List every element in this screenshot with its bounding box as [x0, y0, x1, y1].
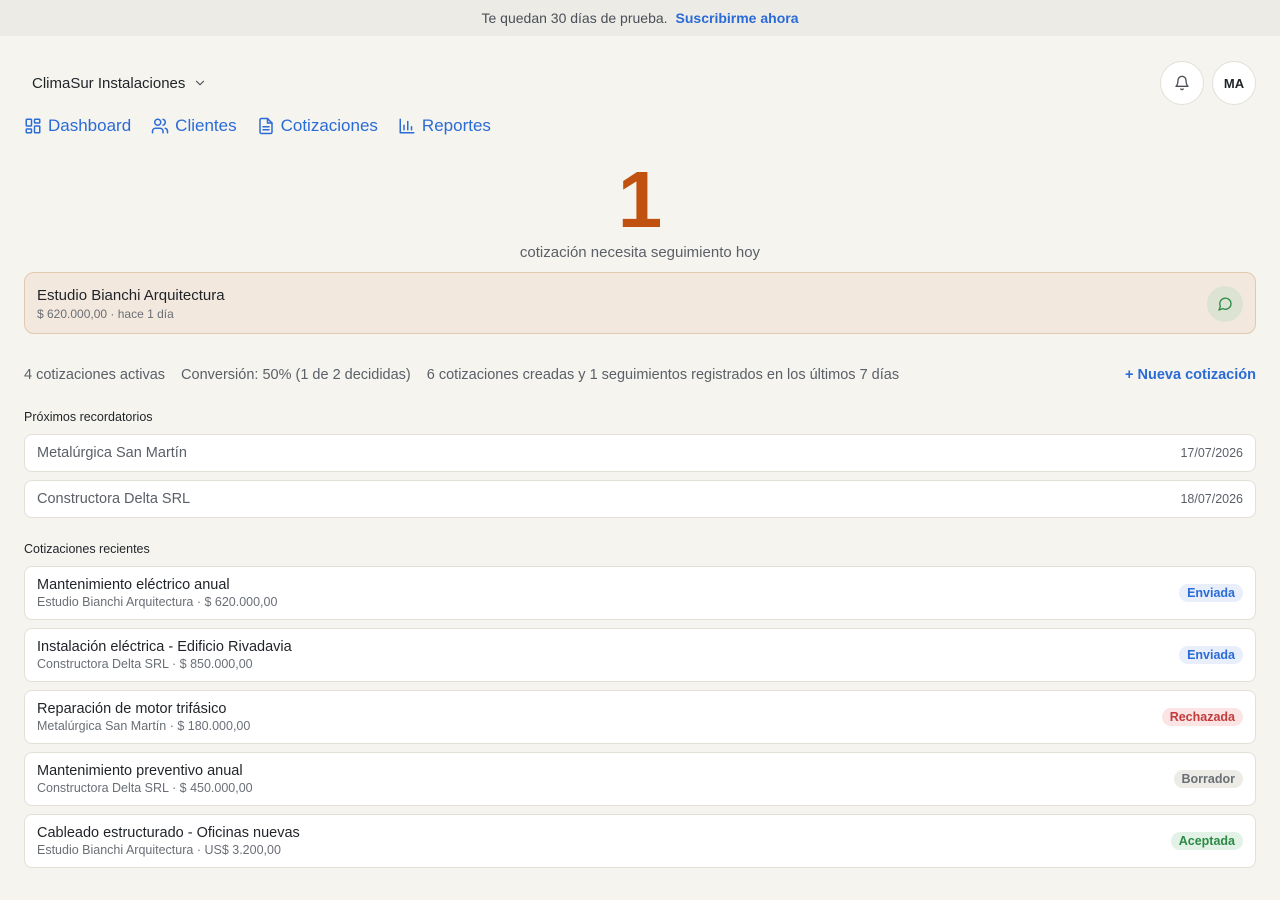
message-button[interactable] — [1207, 286, 1243, 322]
status-badge: Enviada — [1179, 584, 1243, 602]
chevron-down-icon — [196, 80, 205, 86]
new-quote-button[interactable]: + Nueva cotización — [1125, 367, 1256, 383]
nav-clientes-label: Clientes — [175, 116, 237, 135]
quote-row[interactable]: Mantenimiento eléctrico anual Estudio Bi… — [24, 566, 1256, 620]
notifications-button[interactable] — [1160, 61, 1204, 105]
conversion-stat: Conversión: 50% (1 de 2 decididas) — [181, 367, 411, 383]
quote-client-amount: Estudio Bianchi Arquitectura · $ 620.000… — [37, 595, 278, 609]
reminder-client: Metalúrgica San Martín — [37, 445, 187, 461]
weekly-activity-stat: 6 cotizaciones creadas y 1 seguimientos … — [426, 367, 900, 383]
trial-banner: Te quedan 30 días de prueba. Suscribirme… — [0, 0, 1280, 36]
recent-quotes-title: Cotizaciones recientes — [24, 542, 150, 556]
quote-info: Mantenimiento preventivo anual Construct… — [37, 763, 253, 795]
nav-cotizaciones[interactable]: Cotizaciones — [257, 116, 378, 136]
status-badge: Borrador — [1173, 770, 1243, 788]
nav-dashboard-label: Dashboard — [48, 116, 132, 135]
reminder-client: Constructora Delta SRL — [37, 491, 191, 507]
status-badge: Aceptada — [1170, 832, 1243, 850]
main-nav: Dashboard Clientes Cotizaciones Reportes — [24, 116, 491, 136]
bar-chart-icon — [399, 118, 415, 134]
stats-bar: 4 cotizaciones activas Conversión: 50% (… — [24, 367, 1256, 383]
nav-reportes-label: Reportes — [421, 116, 491, 135]
quote-client-amount: Constructora Delta SRL · $ 850.000,00 — [37, 657, 253, 671]
status-badge: Enviada — [1179, 646, 1243, 664]
users-icon — [151, 118, 169, 134]
top-bar: ClimaSur Instalaciones MA — [24, 61, 1256, 105]
document-icon — [258, 117, 273, 135]
followup-client: Estudio Bianchi Arquitectura — [37, 287, 225, 304]
quote-info: Mantenimiento eléctrico anual Estudio Bi… — [37, 577, 277, 609]
quote-row[interactable]: Instalación eléctrica - Edificio Rivadav… — [24, 628, 1256, 682]
quote-title: Cableado estructurado - Oficinas nuevas — [37, 825, 300, 841]
nav-reportes[interactable]: Reportes — [398, 116, 491, 136]
reminder-date: 17/07/2026 — [1180, 446, 1243, 460]
dashboard-icon — [25, 118, 41, 134]
quote-info: Cableado estructurado - Oficinas nuevas … — [37, 825, 300, 857]
bell-icon — [1175, 75, 1189, 91]
quote-row[interactable]: Reparación de motor trifásico Metalúrgic… — [24, 690, 1256, 744]
nav-cotizaciones-label: Cotizaciones — [280, 116, 378, 135]
quote-title: Reparación de motor trifásico — [37, 701, 227, 717]
quote-info: Reparación de motor trifásico Metalúrgic… — [37, 701, 250, 733]
quote-title: Mantenimiento preventivo anual — [37, 763, 243, 779]
nav-dashboard[interactable]: Dashboard — [24, 116, 131, 136]
status-badge: Rechazada — [1161, 708, 1243, 726]
reminder-date: 18/07/2026 — [1180, 492, 1243, 506]
company-name: ClimaSur Instalaciones — [32, 74, 186, 92]
top-actions: MA — [1160, 61, 1256, 105]
followup-count-label: cotización necesita seguimiento hoy — [519, 244, 761, 261]
trial-banner-text: Te quedan 30 días de prueba. — [481, 10, 668, 26]
reminder-row[interactable]: Constructora Delta SRL 18/07/2026 — [24, 480, 1256, 518]
quote-info: Instalación eléctrica - Edificio Rivadav… — [37, 639, 292, 671]
reminders-title: Próximos recordatorios — [24, 410, 153, 424]
quote-row[interactable]: Cableado estructurado - Oficinas nuevas … — [24, 814, 1256, 868]
reminder-row[interactable]: Metalúrgica San Martín 17/07/2026 — [24, 434, 1256, 472]
quote-client-amount: Constructora Delta SRL · $ 450.000,00 — [37, 781, 253, 795]
subscribe-link[interactable]: Suscribirme ahora — [676, 10, 799, 26]
user-avatar[interactable]: MA — [1212, 61, 1256, 105]
nav-clientes[interactable]: Clientes — [151, 116, 237, 136]
followup-card[interactable]: Estudio Bianchi Arquitectura $ 620.000,0… — [24, 272, 1256, 334]
followup-summary: 1 cotización necesita seguimiento hoy — [0, 155, 1280, 262]
followup-count: 1 — [617, 155, 663, 244]
active-quotes-stat: 4 cotizaciones activas — [24, 367, 166, 383]
quote-row[interactable]: Mantenimiento preventivo anual Construct… — [24, 752, 1256, 806]
quote-client-amount: Estudio Bianchi Arquitectura · US$ 3.200… — [37, 843, 281, 857]
quote-title: Mantenimiento eléctrico anual — [37, 577, 230, 593]
quote-client-amount: Metalúrgica San Martín · $ 180.000,00 — [37, 719, 251, 733]
chat-icon — [1218, 297, 1232, 311]
followup-detail: $ 620.000,00 · hace 1 día — [37, 307, 174, 321]
quote-title: Instalación eléctrica - Edificio Rivadav… — [37, 639, 292, 655]
company-selector[interactable]: ClimaSur Instalaciones — [32, 75, 207, 92]
